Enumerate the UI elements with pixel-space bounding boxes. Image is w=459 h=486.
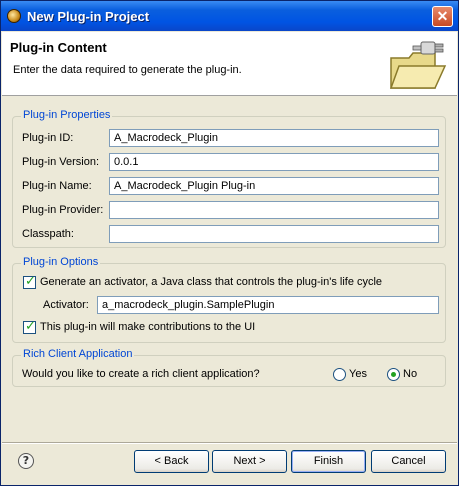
plugin-version-field[interactable]: 0.0.1 (109, 153, 439, 171)
plugin-provider-field[interactable] (109, 201, 439, 219)
rich-client-question: Would you like to create a rich client a… (22, 368, 260, 380)
plugin-id-field[interactable]: A_Macrodeck_Plugin (109, 129, 439, 147)
page-description: Enter the data required to generate the … (13, 64, 242, 76)
help-icon[interactable]: ? (18, 453, 34, 469)
plugin-name-label: Plug-in Name: (22, 180, 92, 192)
rich-client-group: Rich Client Application Would you like t… (12, 348, 446, 387)
rich-client-yes-radio[interactable] (333, 368, 346, 381)
activator-field[interactable]: a_macrodeck_plugin.SamplePlugin (97, 296, 439, 314)
back-button[interactable]: < Back (134, 450, 209, 473)
next-button[interactable]: Next > (212, 450, 287, 473)
classpath-field[interactable] (109, 225, 439, 243)
checkmark-icon: ✓ (25, 319, 36, 334)
classpath-label: Classpath: (22, 228, 74, 240)
close-button[interactable]: ✕ (432, 6, 453, 27)
plugin-folder-icon (389, 41, 447, 89)
plugin-properties-group: Plug-in Properties Plug-in ID: A_Macrode… (12, 109, 446, 248)
title-bar[interactable]: New Plug-in Project ✕ (1, 1, 458, 31)
rich-client-label: Rich Client Application (21, 348, 135, 360)
wizard-header: Plug-in Content Enter the data required … (2, 32, 457, 96)
radio-selected-dot (391, 372, 396, 377)
page-title: Plug-in Content (10, 40, 107, 55)
plugin-name-field[interactable]: A_Macrodeck_Plugin Plug-in (109, 177, 439, 195)
checkmark-icon: ✓ (25, 274, 36, 289)
plugin-id-label: Plug-in ID: (22, 132, 74, 144)
rich-client-no-label[interactable]: No (403, 368, 417, 380)
activator-label: Activator: (43, 299, 89, 311)
rich-client-yes-label[interactable]: Yes (349, 368, 367, 380)
footer-separator (2, 442, 457, 444)
ui-contributions-label[interactable]: This plug-in will make contributions to … (40, 321, 255, 333)
cancel-button[interactable]: Cancel (371, 450, 446, 473)
generate-activator-label[interactable]: Generate an activator, a Java class that… (40, 276, 382, 288)
plugin-properties-label: Plug-in Properties (21, 109, 113, 121)
plugin-provider-label: Plug-in Provider: (22, 204, 104, 216)
plugin-version-label: Plug-in Version: (22, 156, 100, 168)
finish-button[interactable]: Finish (291, 450, 366, 473)
plugin-options-group: Plug-in Options ✓ Generate an activator,… (12, 256, 446, 343)
eclipse-icon (7, 9, 21, 23)
rich-client-no-radio[interactable] (387, 368, 400, 381)
ui-contributions-checkbox[interactable]: ✓ (23, 319, 36, 334)
dialog-window: New Plug-in Project ✕ Plug-in Content En… (0, 0, 459, 486)
plugin-options-label: Plug-in Options (21, 256, 101, 268)
generate-activator-checkbox[interactable]: ✓ (23, 274, 36, 289)
window-title: New Plug-in Project (27, 9, 150, 24)
